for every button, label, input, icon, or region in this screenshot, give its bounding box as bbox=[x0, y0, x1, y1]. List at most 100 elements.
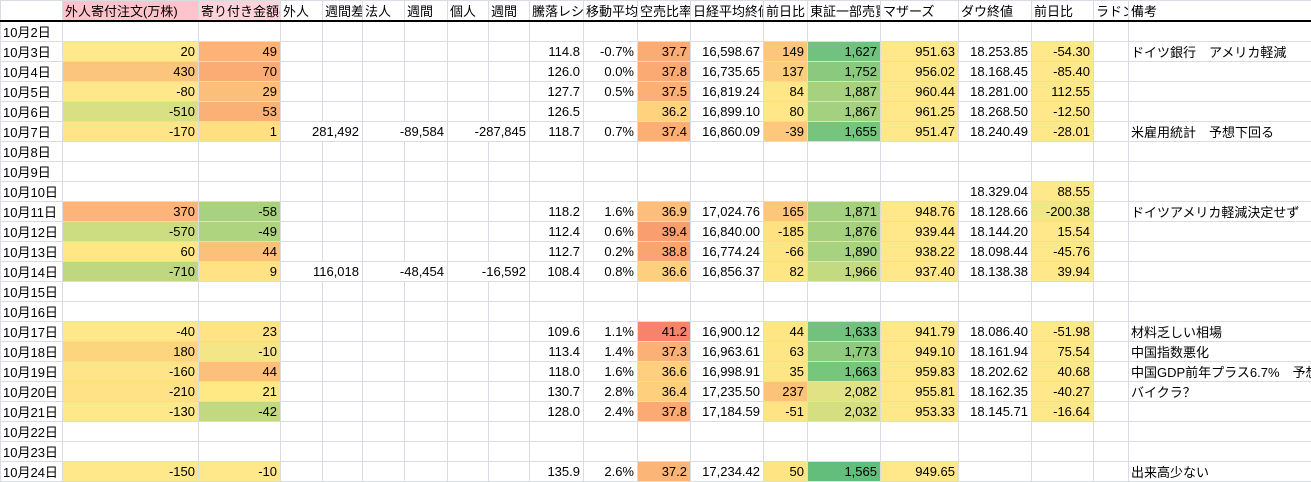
cell-e[interactable] bbox=[323, 342, 363, 362]
cell-e[interactable] bbox=[323, 82, 363, 102]
column-header-m[interactable]: 日経平均終値 bbox=[691, 1, 764, 22]
cell-o[interactable]: 1,773 bbox=[808, 342, 881, 362]
cell-f[interactable] bbox=[363, 462, 405, 482]
cell-n[interactable] bbox=[764, 442, 808, 462]
cell-g[interactable] bbox=[405, 142, 448, 162]
cell-c[interactable]: 53 bbox=[199, 102, 281, 122]
cell-g[interactable] bbox=[405, 62, 448, 82]
cell-f[interactable] bbox=[363, 82, 405, 102]
cell-e[interactable] bbox=[323, 222, 363, 242]
cell-d[interactable] bbox=[281, 342, 323, 362]
cell-q[interactable] bbox=[959, 282, 1032, 302]
cell-c[interactable] bbox=[199, 182, 281, 202]
cell-i[interactable] bbox=[489, 102, 530, 122]
cell-b[interactable]: -570 bbox=[63, 222, 199, 242]
cell-h[interactable] bbox=[448, 202, 489, 222]
cell-l[interactable]: 37.2 bbox=[638, 462, 691, 482]
cell-b[interactable] bbox=[63, 282, 199, 302]
cell-q[interactable]: 18.281.00 bbox=[959, 82, 1032, 102]
cell-m[interactable]: 16,774.24 bbox=[691, 242, 764, 262]
cell-d[interactable] bbox=[281, 402, 323, 422]
cell-h[interactable] bbox=[448, 362, 489, 382]
cell-b[interactable]: -160 bbox=[63, 362, 199, 382]
cell-g[interactable] bbox=[405, 422, 448, 442]
note-cell[interactable]: バイクラ？ bbox=[1129, 382, 1311, 402]
cell-q[interactable]: 18.162.35 bbox=[959, 382, 1032, 402]
cell-e[interactable] bbox=[323, 442, 363, 462]
cell-l[interactable]: 36.4 bbox=[638, 382, 691, 402]
cell-q[interactable]: 18.240.49 bbox=[959, 122, 1032, 142]
cell-h[interactable] bbox=[448, 342, 489, 362]
cell-n[interactable] bbox=[764, 302, 808, 322]
cell-f[interactable] bbox=[363, 142, 405, 162]
cell-h[interactable] bbox=[448, 21, 489, 42]
note-cell[interactable] bbox=[1129, 402, 1311, 422]
note-cell[interactable] bbox=[1129, 182, 1311, 202]
column-header-i[interactable]: 週間 bbox=[489, 1, 530, 22]
cell-n[interactable]: 63 bbox=[764, 342, 808, 362]
column-header-p[interactable]: マザーズ bbox=[881, 1, 959, 22]
cell-r[interactable] bbox=[1032, 162, 1094, 182]
cell-h[interactable] bbox=[448, 422, 489, 442]
cell-j[interactable]: 118.0 bbox=[530, 362, 584, 382]
cell-n[interactable] bbox=[764, 162, 808, 182]
cell-n[interactable]: 35 bbox=[764, 362, 808, 382]
cell-o[interactable] bbox=[808, 422, 881, 442]
cell-b[interactable]: 370 bbox=[63, 202, 199, 222]
cell-p[interactable]: 938.22 bbox=[881, 242, 959, 262]
column-header-e[interactable]: 週間差額 bbox=[323, 1, 363, 22]
cell-k[interactable] bbox=[584, 302, 638, 322]
cell-n[interactable] bbox=[764, 182, 808, 202]
cell-e[interactable] bbox=[323, 402, 363, 422]
cell-f[interactable] bbox=[363, 202, 405, 222]
cell-q[interactable]: 18.329.04 bbox=[959, 182, 1032, 202]
cell-h[interactable] bbox=[448, 182, 489, 202]
cell-g[interactable] bbox=[405, 42, 448, 62]
cell-g[interactable] bbox=[405, 462, 448, 482]
cell-k[interactable]: 0.8% bbox=[584, 262, 638, 282]
note-cell[interactable] bbox=[1129, 302, 1311, 322]
cell-n[interactable]: 82 bbox=[764, 262, 808, 282]
cell-h[interactable] bbox=[448, 442, 489, 462]
cell-g[interactable] bbox=[405, 322, 448, 342]
note-cell[interactable] bbox=[1129, 102, 1311, 122]
cell-s[interactable] bbox=[1094, 362, 1129, 382]
cell-n[interactable]: -185 bbox=[764, 222, 808, 242]
cell-d[interactable] bbox=[281, 362, 323, 382]
cell-k[interactable]: 0.2% bbox=[584, 242, 638, 262]
cell-h[interactable] bbox=[448, 62, 489, 82]
cell-n[interactable]: 149 bbox=[764, 42, 808, 62]
note-cell[interactable] bbox=[1129, 162, 1311, 182]
cell-e[interactable] bbox=[323, 242, 363, 262]
cell-d[interactable] bbox=[281, 222, 323, 242]
cell-i[interactable] bbox=[489, 62, 530, 82]
cell-k[interactable] bbox=[584, 142, 638, 162]
cell-d[interactable] bbox=[281, 302, 323, 322]
cell-q[interactable]: 18.086.40 bbox=[959, 322, 1032, 342]
cell-j[interactable]: 130.7 bbox=[530, 382, 584, 402]
cell-c[interactable]: 44 bbox=[199, 362, 281, 382]
cell-k[interactable]: 1.4% bbox=[584, 342, 638, 362]
cell-j[interactable]: 112.4 bbox=[530, 222, 584, 242]
cell-k[interactable] bbox=[584, 182, 638, 202]
cell-f[interactable] bbox=[363, 382, 405, 402]
cell-n[interactable]: 165 bbox=[764, 202, 808, 222]
cell-l[interactable] bbox=[638, 142, 691, 162]
cell-n[interactable]: 137 bbox=[764, 62, 808, 82]
cell-i[interactable] bbox=[489, 442, 530, 462]
cell-o[interactable]: 1,565 bbox=[808, 462, 881, 482]
cell-p[interactable] bbox=[881, 142, 959, 162]
cell-p[interactable]: 939.44 bbox=[881, 222, 959, 242]
cell-c[interactable]: 70 bbox=[199, 62, 281, 82]
note-cell[interactable] bbox=[1129, 82, 1311, 102]
cell-m[interactable] bbox=[691, 162, 764, 182]
column-header-k[interactable]: 移動平均 bbox=[584, 1, 638, 22]
date-cell[interactable]: 10月16日 bbox=[1, 302, 63, 322]
cell-i[interactable] bbox=[489, 422, 530, 442]
cell-k[interactable]: 0.5% bbox=[584, 82, 638, 102]
cell-p[interactable] bbox=[881, 422, 959, 442]
cell-f[interactable] bbox=[363, 242, 405, 262]
cell-m[interactable] bbox=[691, 182, 764, 202]
cell-d[interactable] bbox=[281, 242, 323, 262]
cell-o[interactable]: 1,876 bbox=[808, 222, 881, 242]
